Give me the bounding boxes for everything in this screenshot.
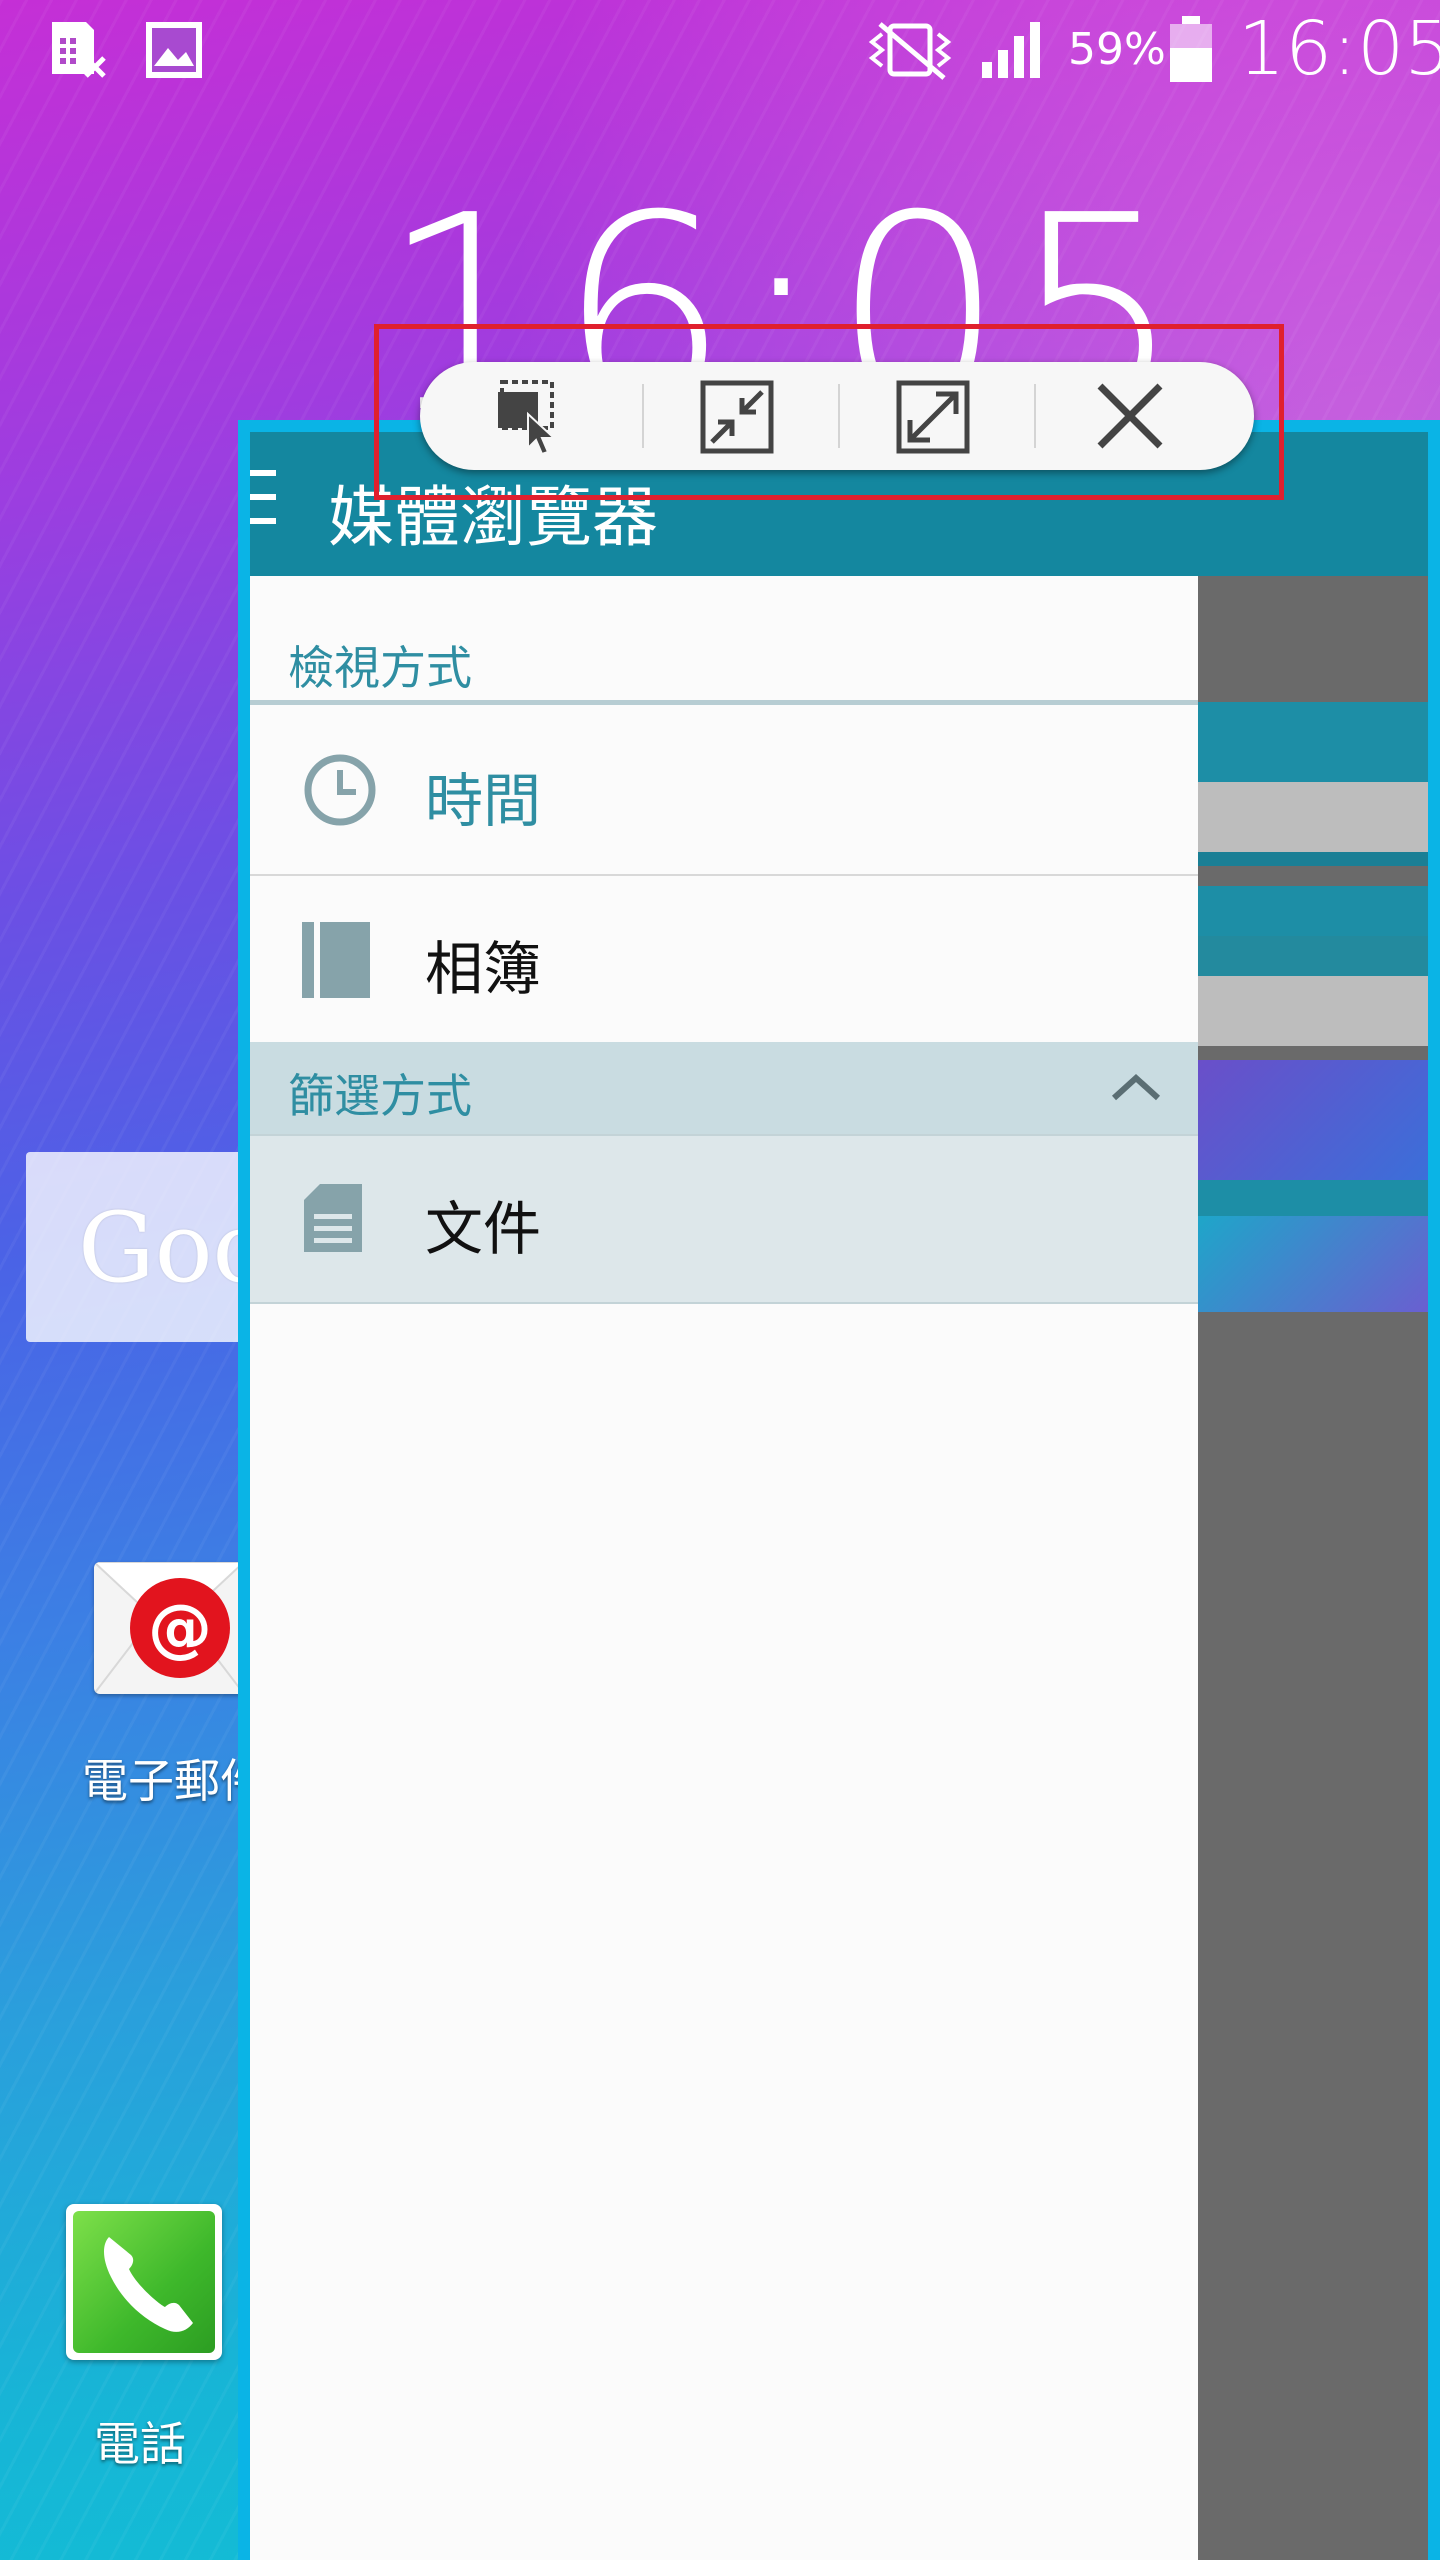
- view-section-title: 檢視方式: [288, 641, 472, 695]
- popup-window-toolbar: [420, 362, 1254, 470]
- clock-icon: [304, 754, 376, 826]
- sim-card-error-icon: [52, 22, 106, 78]
- drawer-item-time[interactable]: 時間: [250, 706, 1198, 876]
- maximize-icon: [896, 380, 970, 454]
- email-icon: @: [94, 1562, 244, 1694]
- image-notification-icon: [146, 22, 202, 78]
- filter-section-header[interactable]: 篩選方式: [250, 1042, 1198, 1134]
- drawer-item-document[interactable]: 文件: [250, 1134, 1198, 1304]
- status-time: 16:05: [1238, 6, 1440, 92]
- popup-window[interactable]: 媒體瀏覽器 檢視方式 時間 相簿 篩選方式 文件: [238, 420, 1440, 2560]
- google-search-widget[interactable]: Goo: [26, 1152, 266, 1342]
- drag-move-button[interactable]: [420, 362, 616, 470]
- filter-section-title: 篩選方式: [288, 1069, 472, 1123]
- signal-icon: [982, 22, 1040, 78]
- phone-icon: [104, 2237, 193, 2332]
- battery-icon: [1170, 16, 1212, 82]
- drag-move-icon: [498, 380, 557, 456]
- document-icon: [304, 1184, 362, 1252]
- status-bar: 59% 16:05: [0, 0, 1440, 100]
- drawer-item-document-label: 文件: [425, 1195, 542, 1263]
- minimize-icon: [700, 380, 774, 454]
- drawer-item-album-label: 相簿: [425, 935, 542, 1003]
- phone-app-label: 電話: [94, 2417, 186, 2471]
- svg-text:@: @: [148, 1592, 212, 1666]
- vibrate-mute-icon: [868, 22, 952, 80]
- navigation-drawer: 檢視方式 時間 相簿 篩選方式 文件: [250, 576, 1198, 2560]
- album-icon: [302, 922, 370, 998]
- gallery-content-preview: [1198, 576, 1428, 2560]
- phone-app-icon[interactable]: [66, 2204, 222, 2360]
- drawer-item-time-label: 時間: [425, 767, 542, 835]
- close-icon: [1097, 383, 1163, 449]
- menu-icon[interactable]: [250, 462, 278, 532]
- chevron-up-icon[interactable]: [1110, 1072, 1162, 1102]
- minimize-button[interactable]: [640, 362, 836, 470]
- battery-percentage: 59%: [1068, 24, 1166, 75]
- email-app-icon[interactable]: @: [94, 1562, 244, 1694]
- close-button[interactable]: [1032, 362, 1228, 470]
- maximize-button[interactable]: [836, 362, 1032, 470]
- view-section-header: 檢視方式: [250, 576, 1198, 705]
- drawer-item-album[interactable]: 相簿: [250, 876, 1198, 1042]
